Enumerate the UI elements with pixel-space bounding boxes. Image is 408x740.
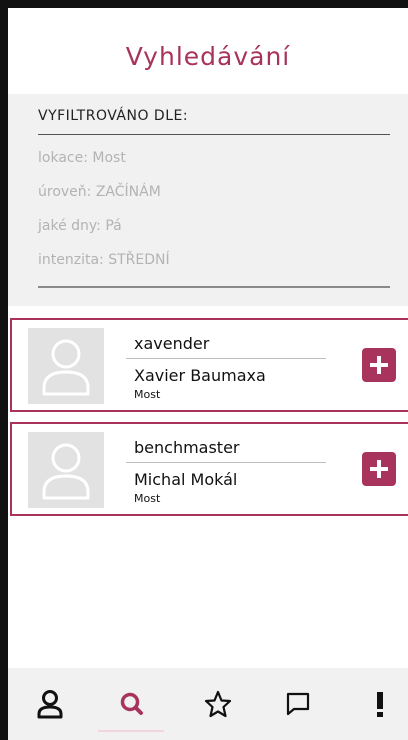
filter-value: Most xyxy=(92,150,126,166)
divider xyxy=(126,462,326,463)
filter-value: ZAČÍNÁM xyxy=(95,184,161,200)
app-header: Vyhledávání xyxy=(8,8,408,94)
filter-divider-bottom xyxy=(38,286,390,288)
city: Most xyxy=(134,388,161,401)
full-name: Michal Mokál xyxy=(134,470,238,489)
nav-profile[interactable] xyxy=(30,686,70,722)
search-icon xyxy=(120,692,143,715)
add-friend-button[interactable] xyxy=(362,348,396,382)
full-name: Xavier Baumaxa xyxy=(134,366,266,385)
filter-label: úroveň: xyxy=(38,184,92,200)
filter-row-level: úroveň: ZAČÍNÁM xyxy=(38,184,161,200)
username: benchmaster xyxy=(134,438,240,457)
user-placeholder-icon xyxy=(42,339,90,396)
chat-icon xyxy=(286,692,310,716)
bottom-nav xyxy=(8,668,408,740)
user-icon xyxy=(37,690,63,719)
nav-favorites[interactable] xyxy=(198,686,238,722)
nav-messages[interactable] xyxy=(278,686,318,722)
filter-row-location: lokace: Most xyxy=(38,150,126,166)
nav-alerts[interactable] xyxy=(360,686,400,722)
filter-value: STŘEDNÍ xyxy=(108,252,170,268)
result-card[interactable]: benchmaster Michal Mokál Most xyxy=(10,422,408,516)
plus-icon xyxy=(370,460,388,478)
avatar xyxy=(28,328,104,404)
username: xavender xyxy=(134,334,210,353)
nav-search[interactable] xyxy=(112,686,152,722)
active-tab-indicator xyxy=(98,730,164,732)
filter-heading: VYFILTROVÁNO DLE: xyxy=(38,108,189,124)
filter-value: Pá xyxy=(105,218,122,234)
filter-label: lokace: xyxy=(38,150,88,166)
app-screen: Vyhledávání VYFILTROVÁNO DLE: lokace: Mo… xyxy=(8,8,408,740)
page-title: Vyhledávání xyxy=(125,41,291,71)
exclamation-icon xyxy=(377,692,383,717)
filter-row-days: jaké dny: Pá xyxy=(38,218,122,234)
star-icon xyxy=(204,690,232,718)
plus-icon xyxy=(370,356,388,374)
filter-row-intensity: intenzita: STŘEDNÍ xyxy=(38,252,170,268)
filter-divider-top xyxy=(38,134,390,135)
filter-label: intenzita: xyxy=(38,252,104,268)
city: Most xyxy=(134,492,161,505)
avatar xyxy=(28,432,104,508)
user-placeholder-icon xyxy=(42,443,90,500)
filter-label: jaké dny: xyxy=(38,218,101,234)
divider xyxy=(126,358,326,359)
add-friend-button[interactable] xyxy=(362,452,396,486)
result-card[interactable]: xavender Xavier Baumaxa Most xyxy=(10,318,408,412)
filter-panel: VYFILTROVÁNO DLE: lokace: Most úroveň: Z… xyxy=(8,94,408,306)
